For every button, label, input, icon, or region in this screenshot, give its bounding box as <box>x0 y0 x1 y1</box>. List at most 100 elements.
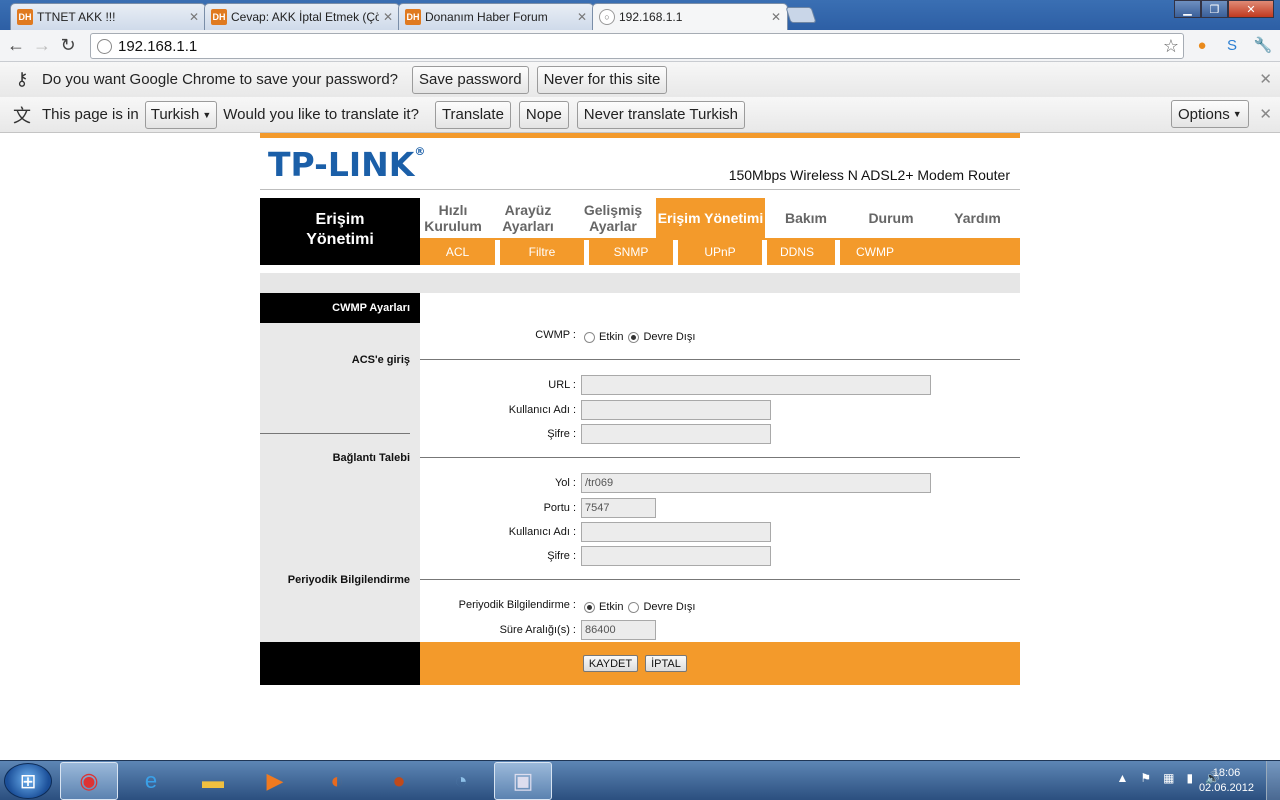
minimize-icon[interactable]: ▁ <box>1174 0 1201 18</box>
address-bar[interactable]: 192.168.1.1 ☆ <box>90 33 1184 59</box>
save-button[interactable]: KAYDET <box>583 655 638 672</box>
nav-erisim-yonetimi[interactable]: Erişim Yönetimi <box>656 198 765 238</box>
tab-close-icon[interactable]: ✕ <box>383 10 393 24</box>
translate-icon: 文 <box>13 105 31 126</box>
options-label: Options <box>1178 105 1230 123</box>
periodic-enable-radio[interactable] <box>584 601 595 613</box>
translate-button[interactable]: Translate <box>434 100 511 129</box>
never-for-site-button[interactable]: Never for this site <box>536 65 668 94</box>
folder-icon[interactable]: ▬ <box>184 762 242 800</box>
cancel-button[interactable]: İPTAL <box>645 655 687 672</box>
nav-gelismis-ayarlar[interactable]: Gelişmiş Ayarlar <box>570 198 656 238</box>
tab-close-icon[interactable]: ✕ <box>771 10 781 24</box>
cwmp-enable-radio[interactable] <box>584 331 595 343</box>
periodic-disable-label: Devre Dışı <box>643 601 696 613</box>
subnav-snmp[interactable]: SNMP <box>589 238 673 265</box>
action-center-flag-icon[interactable]: ⚑ <box>1140 771 1151 785</box>
browser-toolbar: ← → ↻ 192.168.1.1 ☆ <box>0 30 1280 62</box>
tab-donanim[interactable]: DH Donanım Haber Forum ✕ <box>398 3 594 30</box>
periodic-radio-group: Etkin Devre Dışı <box>584 601 700 613</box>
skype-extension-icon[interactable]: S <box>1222 35 1242 55</box>
tab-close-icon[interactable]: ✕ <box>189 10 199 24</box>
tab-router[interactable]: ○ 192.168.1.1 ✕ <box>592 3 788 30</box>
forward-arrow-icon[interactable]: → <box>29 35 55 56</box>
model-name: 150Mbps Wireless N ADSL2+ Modem Router <box>728 167 1010 183</box>
clock-time: 18:06 <box>1212 767 1241 779</box>
acs-password-input[interactable] <box>581 424 771 444</box>
nav-arayuz-ayarlari[interactable]: Arayüz Ayarları <box>486 198 570 238</box>
port-label: Portu : <box>543 502 576 514</box>
interval-label: Süre Aralığı(s) : <box>499 624 576 636</box>
caret-down-icon: ▼ <box>1232 109 1242 119</box>
back-arrow-icon[interactable]: ← <box>3 35 29 56</box>
conn-username-input[interactable] <box>581 522 771 542</box>
nav-yardim[interactable]: Yardım <box>935 198 1020 238</box>
chrome-taskbar-icon[interactable]: ◉ <box>60 762 118 800</box>
infobar-close-icon[interactable]: ✕ <box>1259 105 1272 123</box>
app-swirl-icon[interactable]: ◔ <box>432 762 490 800</box>
port-input[interactable]: 7547 <box>581 498 656 518</box>
wrench-menu-icon[interactable]: 🔧 <box>1253 35 1273 55</box>
nav-bakim[interactable]: Bakım <box>765 198 847 238</box>
path-input[interactable]: /tr069 <box>581 473 931 493</box>
options-button[interactable]: Options ▼ <box>1171 100 1249 128</box>
internet-explorer-icon[interactable]: e <box>122 762 180 800</box>
top-accent-line <box>260 133 1020 138</box>
subnav-ddns[interactable]: DDNS <box>767 238 827 265</box>
media-player-icon[interactable]: ▶ <box>246 762 304 800</box>
never-translate-button[interactable]: Never translate Turkish <box>576 100 746 129</box>
nav-hizli-kurulum[interactable]: Hızlı Kurulum <box>420 198 486 238</box>
cwmp-disable-radio[interactable] <box>628 331 640 343</box>
signal-icon[interactable]: ▮ <box>1186 771 1193 785</box>
periodic-disable-radio[interactable] <box>628 601 640 613</box>
tab-ttnet[interactable]: DH TTNET AKK !!! ✕ <box>10 3 206 30</box>
subnav-upnp[interactable]: UPnP <box>678 238 762 265</box>
conn-username-label: Kullanıcı Adı : <box>508 526 576 538</box>
conn-password-label: Şifre : <box>547 550 576 562</box>
tab-cevap[interactable]: DH Cevap: AKK İptal Etmek (Çö ✕ <box>204 3 400 30</box>
windows-taskbar: ⊞ ◉ e ▬ ▶ ◐ ● ◔ ▣ ▲ ⚑ ▦ ▮ 🔊 18:06 02.06.… <box>0 760 1280 800</box>
maximize-icon[interactable]: ❐ <box>1201 0 1228 18</box>
network-app-icon[interactable]: ▣ <box>494 762 552 800</box>
show-hidden-icons-icon[interactable]: ▲ <box>1116 771 1128 785</box>
clock-date: 02.06.2012 <box>1198 782 1254 794</box>
close-window-icon[interactable]: ✕ <box>1228 0 1274 18</box>
translate-infobar: 文 This page is in Turkish ▼ Would you li… <box>0 97 1280 133</box>
acs-login-header: ACS'e giriş <box>351 354 410 366</box>
page-info-icon[interactable] <box>97 38 112 54</box>
subnav-acl[interactable]: ACL <box>420 238 495 265</box>
tab-close-icon[interactable]: ✕ <box>577 10 587 24</box>
save-password-button[interactable]: Save password <box>412 65 529 94</box>
subnav-cwmp[interactable]: CWMP <box>840 238 910 265</box>
show-desktop-button[interactable] <box>1266 761 1280 800</box>
acs-url-input[interactable] <box>581 375 931 395</box>
tplink-logo: TP-LINK® <box>268 145 426 184</box>
infobar-close-icon[interactable]: ✕ <box>1259 70 1272 88</box>
conn-password-input[interactable] <box>581 546 771 566</box>
reload-icon[interactable]: ↻ <box>55 35 81 56</box>
clock[interactable]: 18:06 02.06.2012 <box>1199 766 1254 796</box>
nope-button[interactable]: Nope <box>518 100 569 129</box>
subnav-filtre[interactable]: Filtre <box>500 238 584 265</box>
left-column <box>260 293 420 642</box>
app-globe-icon[interactable]: ● <box>370 762 428 800</box>
window-controls: ▁ ❐ ✕ <box>1174 0 1274 18</box>
globe-icon: ○ <box>599 9 615 25</box>
firefox-icon[interactable]: ◐ <box>308 762 366 800</box>
section-title: Erişim Yönetimi <box>260 198 420 265</box>
footer-left <box>260 642 420 685</box>
acs-username-input[interactable] <box>581 400 771 420</box>
tab-title: TTNET AKK !!! <box>37 10 116 24</box>
new-tab-button[interactable] <box>785 7 817 23</box>
interval-input[interactable]: 86400 <box>581 620 656 640</box>
caret-down-icon: ▼ <box>202 109 212 120</box>
nav-durum[interactable]: Durum <box>847 198 935 238</box>
extension-icon[interactable]: ● <box>1192 35 1212 55</box>
start-button[interactable]: ⊞ <box>4 763 52 799</box>
periodic-inform-label: Periyodik Bilgilendirme : <box>458 599 576 611</box>
tab-strip: DH TTNET AKK !!! ✕ DH Cevap: AKK İptal E… <box>0 0 1280 30</box>
password-prompt: Do you want Google Chrome to save your p… <box>42 71 399 88</box>
bookmark-star-icon[interactable]: ☆ <box>1163 36 1179 57</box>
language-select[interactable]: Turkish ▼ <box>144 100 218 129</box>
network-icon[interactable]: ▦ <box>1163 771 1174 785</box>
